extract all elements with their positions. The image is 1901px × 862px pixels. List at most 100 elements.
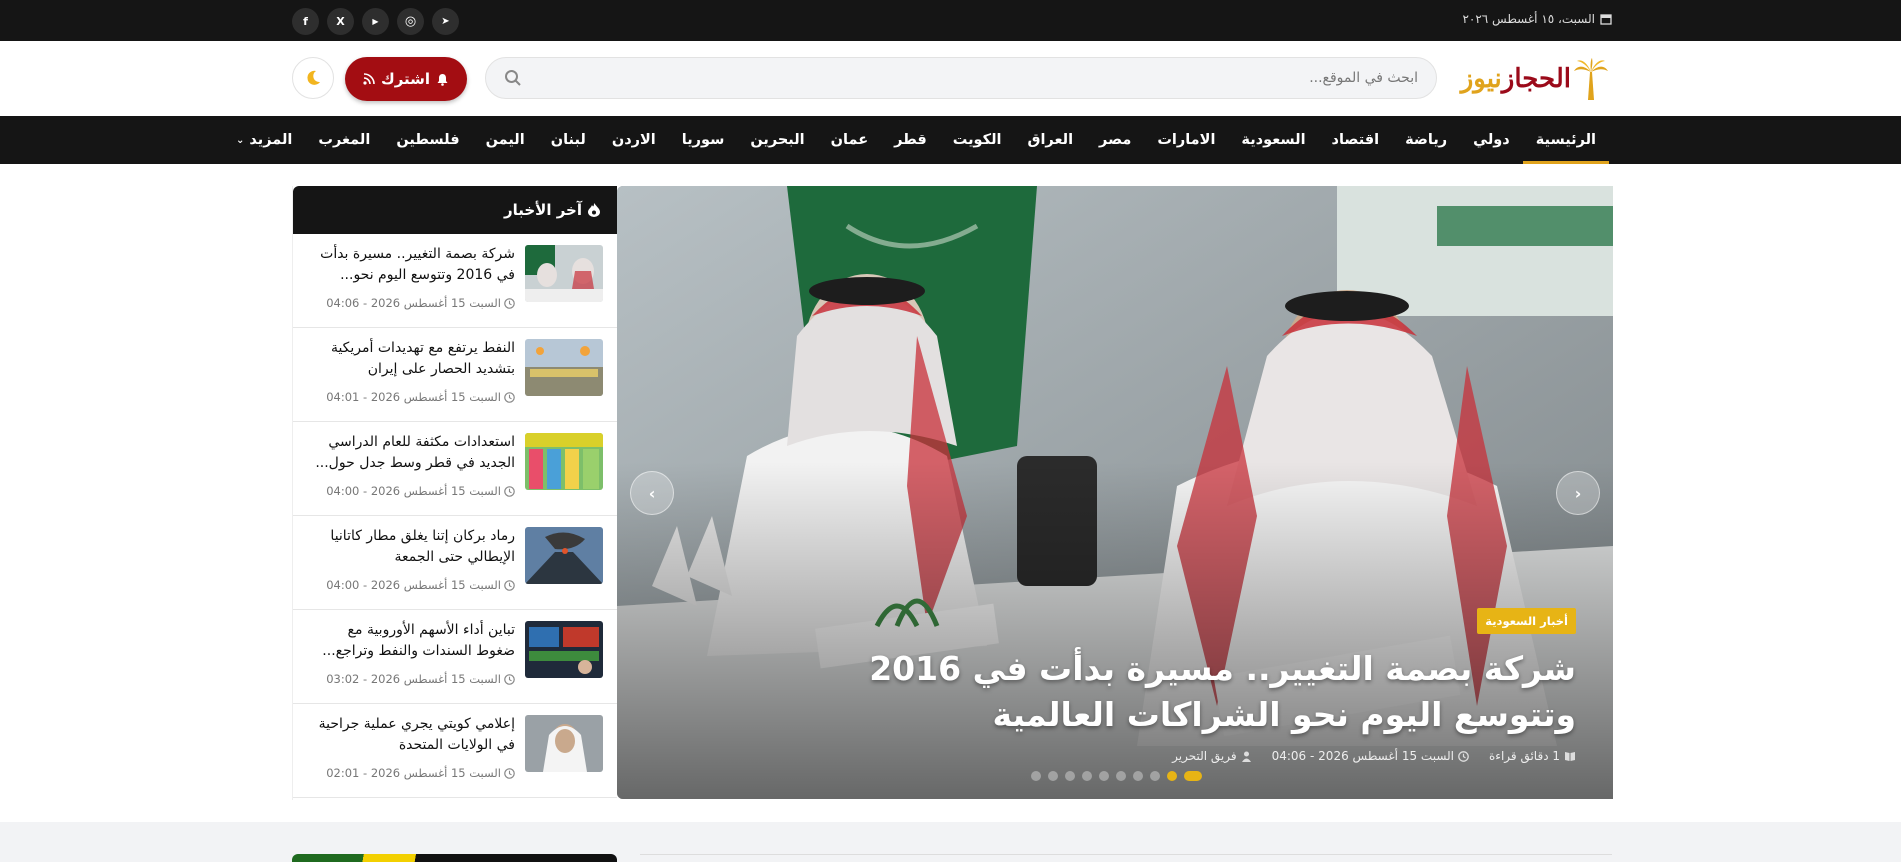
youtube-icon[interactable]: ▶ <box>362 8 389 35</box>
news-item[interactable]: شركة بصمة التغيير.. مسيرة بدأت في 2016 و… <box>293 234 617 328</box>
site-header: الحجازنيوز اشترك <box>0 41 1901 116</box>
slider-dot[interactable] <box>1116 771 1126 781</box>
chevron-down-icon: ⌄ <box>236 134 245 146</box>
news-title[interactable]: تباين أداء الأسهم الأوروبية مع ضغوط السن… <box>305 620 515 662</box>
main-content: ‹ › أخبار السعودية شركة بصمة التغيير.. م… <box>0 164 1901 822</box>
news-item[interactable]: استعدادات مكثفة للعام الدراسي الجديد في … <box>293 422 617 516</box>
slider-dot[interactable] <box>1065 771 1075 781</box>
logo-wordmark: الحجازنيوز <box>1461 64 1571 94</box>
slider-dot[interactable] <box>1082 771 1092 781</box>
news-time-text: السبت 15 أغسطس 2026 - 04:01 <box>326 390 501 404</box>
fire-icon <box>588 203 600 217</box>
news-title[interactable]: شركة بصمة التغيير.. مسيرة بدأت في 2016 و… <box>305 244 515 286</box>
slide-title[interactable]: شركة بصمة التغيير.. مسيرة بدأت في 2016 و… <box>816 646 1576 738</box>
news-title[interactable]: إعلامي كويتي يجري عملية جراحية في الولاي… <box>305 714 515 756</box>
nav-item-home[interactable]: الرئيسية <box>1522 116 1610 164</box>
x-icon[interactable]: X <box>327 8 354 35</box>
nav-item-bahrain[interactable]: البحرين <box>737 116 817 164</box>
news-time-text: السبت 15 أغسطس 2026 - 04:00 <box>326 484 501 498</box>
chevron-right-icon: › <box>1574 483 1582 503</box>
palm-tree-icon <box>1574 58 1608 100</box>
subscribe-label: اشترك <box>380 70 431 88</box>
clock-icon <box>504 767 515 779</box>
nav-item-sports[interactable]: رياضة <box>1392 116 1460 164</box>
search-box <box>485 57 1437 99</box>
featured-slider[interactable]: ‹ › أخبار السعودية شركة بصمة التغيير.. م… <box>617 186 1613 799</box>
news-thumbnail <box>525 245 603 302</box>
slide-read-time: 1 دقائق قراءة <box>1489 749 1576 763</box>
nav-item-morocco[interactable]: المغرب <box>305 116 383 164</box>
nav-item-palestine[interactable]: فلسطين <box>383 116 472 164</box>
bell-icon <box>437 73 448 86</box>
slide-meta: فريق التحرير السبت 15 أغسطس 2026 - 04:06… <box>1172 749 1576 763</box>
section-divider <box>640 854 1612 855</box>
news-thumbnail <box>525 527 603 584</box>
news-time-text: السبت 15 أغسطس 2026 - 03:02 <box>326 672 501 686</box>
instagram-icon[interactable]: ◎ <box>397 8 424 35</box>
social-links: f X ▶ ◎ ➤ <box>292 8 459 35</box>
news-title[interactable]: رماد بركان إتنا يغلق مطار كاتانيا الإيطا… <box>305 526 515 568</box>
news-item[interactable]: رماد بركان إتنا يغلق مطار كاتانيا الإيطا… <box>293 516 617 610</box>
slider-dot[interactable] <box>1150 771 1160 781</box>
slider-next-button[interactable]: › <box>1556 471 1600 515</box>
latest-news-panel: آخر الأخبار شركة بصمة التغيير.. مسيرة بد… <box>292 186 617 800</box>
slider-dot[interactable] <box>1048 771 1058 781</box>
nav-item-egypt[interactable]: مصر <box>1086 116 1144 164</box>
slider-dot[interactable] <box>1167 771 1177 781</box>
news-item[interactable]: النفط يرتفع مع تهديدات أمريكية بتشديد ال… <box>293 328 617 422</box>
clock-icon <box>504 673 515 685</box>
nav-item-jordan[interactable]: الاردن <box>599 116 669 164</box>
rss-icon <box>363 73 375 85</box>
news-item[interactable]: إعلامي كويتي يجري عملية جراحية في الولاي… <box>293 704 617 798</box>
slider-dot[interactable] <box>1099 771 1109 781</box>
search-input[interactable] <box>538 58 1418 98</box>
main-nav: الرئيسية دولي رياضة اقتصاد السعودية الام… <box>0 116 1901 164</box>
clock-icon <box>504 579 515 591</box>
clock-icon <box>504 391 515 403</box>
clock-icon <box>1458 750 1469 762</box>
slider-prev-button[interactable]: ‹ <box>630 471 674 515</box>
date-text: السبت، ١٥ أغسطس ٢٠٢٦ <box>1462 12 1595 26</box>
nav-item-yemen[interactable]: اليمن <box>473 116 538 164</box>
date-text: السبت 15 أغسطس 2026 - 04:06 <box>1271 749 1455 763</box>
news-time: السبت 15 أغسطس 2026 - 04:06 <box>326 296 515 310</box>
logo-part1: الحجاز <box>1501 64 1571 94</box>
nav-item-more[interactable]: المزيد ⌄ <box>223 116 305 164</box>
author-name: فريق التحرير <box>1172 749 1237 763</box>
nav-item-qatar[interactable]: قطر <box>881 116 940 164</box>
news-time: السبت 15 أغسطس 2026 - 04:00 <box>326 484 515 498</box>
slider-dot[interactable] <box>1184 771 1202 781</box>
latest-news-header: آخر الأخبار <box>293 186 617 234</box>
nav-item-oman[interactable]: عمان <box>818 116 881 164</box>
nav-item-international[interactable]: دولي <box>1460 116 1523 164</box>
slider-dot[interactable] <box>1031 771 1041 781</box>
site-logo[interactable]: الحجازنيوز <box>1459 57 1609 101</box>
slide-author: فريق التحرير <box>1172 749 1251 763</box>
nav-item-kuwait[interactable]: الكويت <box>940 116 1015 164</box>
facebook-icon[interactable]: f <box>292 8 319 35</box>
next-section-card <box>292 854 617 862</box>
nav-item-iraq[interactable]: العراق <box>1014 116 1086 164</box>
search-icon[interactable] <box>504 69 522 87</box>
category-badge[interactable]: أخبار السعودية <box>1477 608 1576 634</box>
news-title[interactable]: النفط يرتفع مع تهديدات أمريكية بتشديد ال… <box>305 338 515 380</box>
news-item[interactable]: تباين أداء الأسهم الأوروبية مع ضغوط السن… <box>293 610 617 704</box>
news-thumbnail <box>525 621 603 678</box>
subscribe-button[interactable]: اشترك <box>345 57 467 101</box>
user-icon <box>1241 751 1251 762</box>
read-time-text: 1 دقائق قراءة <box>1489 749 1560 763</box>
nav-item-uae[interactable]: الامارات <box>1144 116 1228 164</box>
slider-dot[interactable] <box>1133 771 1143 781</box>
dark-mode-toggle[interactable] <box>292 57 334 99</box>
nav-item-syria[interactable]: سوريا <box>669 116 738 164</box>
news-time: السبت 15 أغسطس 2026 - 03:02 <box>326 672 515 686</box>
news-thumbnail <box>525 433 603 490</box>
nav-item-economy[interactable]: اقتصاد <box>1319 116 1393 164</box>
news-thumbnail <box>525 339 603 396</box>
news-time: السبت 15 أغسطس 2026 - 02:01 <box>326 766 515 780</box>
news-title[interactable]: استعدادات مكثفة للعام الدراسي الجديد في … <box>305 432 515 474</box>
telegram-icon[interactable]: ➤ <box>432 8 459 35</box>
news-thumbnail <box>525 715 603 772</box>
nav-item-lebanon[interactable]: لبنان <box>538 116 599 164</box>
nav-item-saudi[interactable]: السعودية <box>1228 116 1318 164</box>
